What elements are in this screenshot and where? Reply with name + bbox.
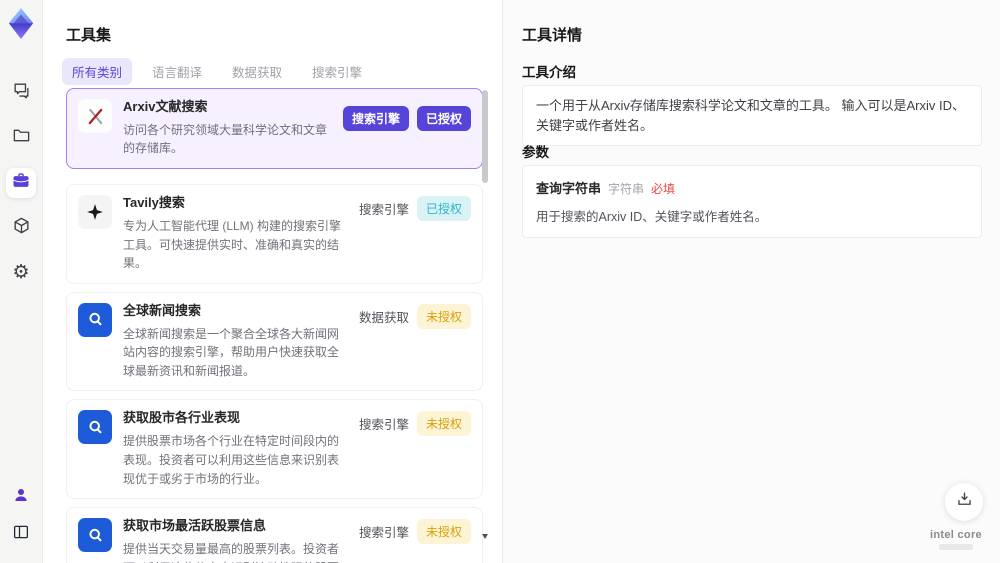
tool-description: 提供股票市场各个行业在特定时间段内的表现。投资者可以利用这些信息来识别表现优于或… (123, 434, 340, 486)
param-required-badge: 必填 (651, 182, 676, 196)
rail-bottom (6, 482, 36, 549)
tab-3[interactable]: 搜索引擎 (302, 58, 372, 85)
tool-auth-badge: 未授权 (416, 411, 471, 437)
tool-description: 全球新闻搜索是一个聚合全球各大新闻网站内容的搜索引擎，帮助用户快速获取全球最新资… (123, 326, 340, 378)
tool-description: 专为人工智能代理 (LLM) 构建的搜索引擎工具。可快速提供实时、准确和真实的结… (123, 218, 342, 271)
tool-title: Arxiv文献搜索 (123, 99, 208, 114)
tool-category-badge: 搜索引擎 (358, 526, 409, 541)
rail-nav: ⚙ (6, 78, 36, 288)
tool-title: 获取市场最活跃股票信息 (123, 518, 267, 534)
arxiv-icon (78, 99, 112, 133)
search-blue-icon (78, 410, 112, 445)
tool-detail-panel: 工具详情 工具介绍 一个用于从Arxiv存储库搜索科学论文和文章的工具。 输入可… (502, 0, 1000, 563)
rail-item-toolbox[interactable] (6, 168, 36, 198)
app-logo-icon (6, 7, 36, 41)
tab-1[interactable]: 语言翻译 (142, 58, 212, 85)
tab-2[interactable]: 数据获取 (222, 58, 292, 85)
detail-title: 工具详情 (522, 27, 583, 44)
toolbox-icon (11, 171, 31, 196)
tool-badges: 搜索引擎 已授权 (358, 196, 471, 222)
panel-icon (12, 523, 30, 546)
page-title: 工具集 (66, 27, 112, 44)
search-blue-icon (78, 302, 112, 337)
tool-auth-badge: 未授权 (416, 519, 471, 545)
tool-description: 提供当天交易量最高的股票列表。投资者可以利用这些信息来识别流动性强的股票和潜在的… (123, 541, 340, 563)
intel-ultra-badge (939, 544, 973, 550)
scrollbar-thumb[interactable] (482, 90, 488, 183)
tool-title: Tavily搜索 (123, 195, 185, 211)
category-tabs: 所有类别 语言翻译 数据获取 搜索引擎 (62, 58, 372, 85)
search-blue-icon (78, 518, 112, 553)
tool-category-badge: 搜索引擎 (358, 203, 409, 218)
tool-badges: 数据获取 未授权 (358, 303, 471, 329)
tool-title: 获取股市各行业表现 (123, 410, 241, 426)
tool-list-panel: 工具集 所有类别 语言翻译 数据获取 搜索引擎 Arxiv文献搜索 访问各个研究领域大… (43, 0, 501, 563)
tool-list-item[interactable]: 获取市场最活跃股票信息 提供当天交易量最高的股票列表。投资者可以利用这些信息来识… (66, 507, 483, 563)
user-icon (12, 486, 30, 509)
intro-heading: 工具介绍 (522, 65, 576, 80)
intro-card: 一个用于从Arxiv存储库搜索科学论文和文章的工具。 输入可以是Arxiv ID… (522, 85, 982, 146)
tool-title: 全球新闻搜索 (123, 302, 202, 318)
scrollbar[interactable] (482, 88, 488, 555)
tool-list-item[interactable]: 获取股市各行业表现 提供股票市场各个行业在特定时间段内的表现。投资者可以利用这些… (66, 399, 483, 500)
params-heading: 参数 (522, 145, 549, 160)
tool-badges: 搜索引擎 已授权 (342, 106, 471, 131)
tool-description: 访问各个研究领域大量科学论文和文章的存储库。 (123, 122, 328, 156)
cube-icon (12, 216, 31, 240)
intro-text: 一个用于从Arxiv存储库搜索科学论文和文章的工具。 输入可以是Arxiv ID… (536, 98, 966, 133)
tavily-icon (78, 195, 112, 230)
download-icon (955, 490, 974, 514)
tool-list: Arxiv文献搜索 访问各个研究领域大量科学论文和文章的存储库。 搜索引擎 已授… (66, 88, 483, 563)
folder-icon (12, 126, 31, 150)
settings-icon: ⚙ (12, 262, 30, 283)
tool-auth-badge: 未授权 (416, 303, 471, 329)
param-name: 查询字符串 (536, 181, 602, 196)
tool-category-badge: 搜索引擎 (342, 106, 409, 131)
rail-item-settings[interactable]: ⚙ (6, 258, 36, 288)
tool-category-badge: 搜索引擎 (358, 418, 409, 433)
tool-list-item[interactable]: Arxiv文献搜索 访问各个研究领域大量科学论文和文章的存储库。 搜索引擎 已授… (66, 88, 483, 170)
chat-icon (12, 81, 31, 105)
scroll-down-icon[interactable] (482, 534, 488, 539)
intel-core-logo: intel core (925, 529, 987, 550)
rail-item-cube[interactable] (6, 213, 36, 243)
tool-category-badge: 数据获取 (358, 310, 409, 325)
rail-item-panel[interactable] (6, 519, 36, 549)
tab-0[interactable]: 所有类别 (62, 58, 133, 85)
rail-item-chat[interactable] (6, 78, 36, 108)
tool-badges: 搜索引擎 未授权 (358, 519, 471, 545)
tool-list-item[interactable]: Tavily搜索 专为人工智能代理 (LLM) 构建的搜索引擎工具。可快速提供实… (66, 184, 483, 284)
tool-list-item[interactable]: 全球新闻搜索 全球新闻搜索是一个聚合全球各大新闻网站内容的搜索引擎，帮助用户快速… (66, 291, 483, 392)
download-button[interactable] (945, 483, 983, 521)
left-rail: ⚙ (0, 0, 43, 563)
tool-auth-badge: 已授权 (416, 196, 471, 222)
rail-item-user[interactable] (6, 482, 36, 512)
tool-auth-badge: 已授权 (416, 106, 471, 131)
intel-core-logo-text: intel core (930, 529, 982, 541)
param-type: 字符串 (608, 182, 645, 196)
tool-badges: 搜索引擎 未授权 (358, 411, 471, 437)
param-description: 用于搜索的Arxiv ID、关键字或作者姓名。 (536, 210, 768, 224)
param-card: 查询字符串 字符串 必填 用于搜索的Arxiv ID、关键字或作者姓名。 (522, 165, 982, 238)
rail-item-folder[interactable] (6, 123, 36, 153)
